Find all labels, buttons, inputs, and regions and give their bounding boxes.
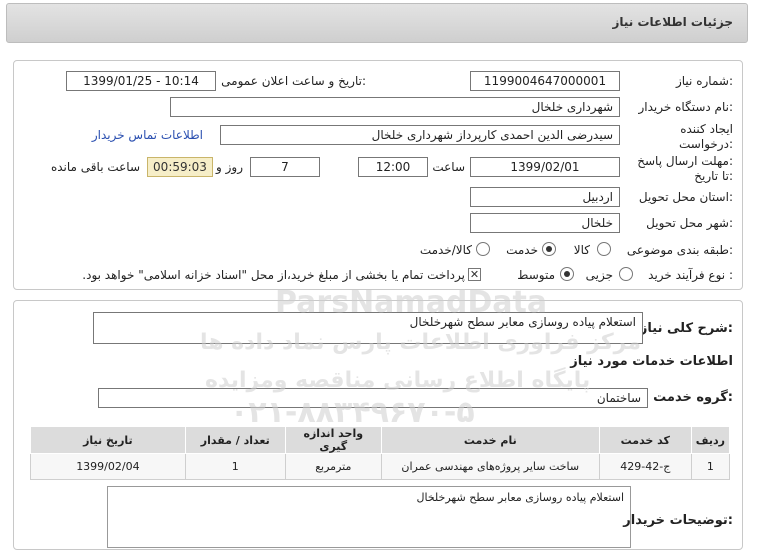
category-service-label: خدمت [506,243,538,257]
watermark-line-2: مرکز فراوری اطلاعات پارس نماد داده ها [200,330,641,355]
cell-row-number: 1 [690,453,731,480]
watermark-line-3: پایگاه اطلاع رسانی مناقصه ومزایده [205,368,591,393]
category-goods-service-label: کالا/خدمت [419,243,472,257]
buyer-notes-label: توضیحات خریدار: [623,513,733,528]
cell-service-code: ج-42-429 [598,453,692,480]
cell-need-date: 1399/02/04 [30,453,186,480]
col-service-code: کد خدمت [598,426,692,454]
days-label: روز و [216,160,243,174]
buyer-org-field: شهرداری خلخال [170,97,620,117]
process-medium-label: متوسط [517,268,555,282]
treasury-payment-note: پرداخت تمام یا بخشی از مبلغ خرید،از محل … [82,268,465,282]
deadline-time-label: ساعت [432,160,465,174]
page-title: جزئیات اطلاعات نیاز [612,15,733,29]
remaining-time-counter: 00:59:03 [147,157,213,177]
creator-label-line1: ایجاد کننده [680,122,733,136]
process-minor-label: جزیی [585,268,613,282]
process-medium-radio[interactable] [560,267,574,281]
category-goods-service-radio[interactable] [476,242,490,256]
watermark-phone: ۰۲۱-۸۸۳۴۹۶۷۰-۵ [230,395,475,430]
watermark-brand: ParsNamadData [275,285,548,320]
cell-quantity: 1 [184,453,286,480]
need-number-label: شماره نیاز: [675,74,733,88]
deadline-time-field: 12:00 [358,157,428,177]
province-label: استان محل تحویل: [638,190,733,204]
category-goods-radio[interactable] [597,242,611,256]
remaining-time-label: ساعت باقی مانده [50,160,140,174]
col-need-date: تاریخ نیاز [30,426,186,454]
city-field: خلخال [470,213,620,233]
buyer-contact-link[interactable]: اطلاعات تماس خریدار [92,128,203,142]
cell-unit: مترمربع [284,453,382,480]
general-desc-label: شرح کلی نیاز: [639,321,733,336]
col-row-number: ردیف [690,426,731,454]
deadline-label-line2: تا تاریخ: [694,169,733,183]
deadline-date-field: 1399/02/01 [470,157,620,177]
creator-field: سیدرضی الدین احمدی کارپرداز شهرداری خلخا… [220,125,620,145]
category-goods-label: کالا [573,243,590,257]
need-number-field: 1199004647000001 [470,71,620,91]
category-service-radio[interactable] [542,242,556,256]
process-label: نوع فرآیند خرید : [648,268,733,282]
service-group-label: گروه خدمت: [653,390,733,405]
page-header: جزئیات اطلاعات نیاز [6,3,748,43]
deadline-label-line1: مهلت ارسال پاسخ: [637,154,733,168]
province-field: اردبیل [470,187,620,207]
col-quantity: تعداد / مقدار [184,426,286,454]
buyer-notes-field: استعلام پیاده روسازی معابر سطح شهرخلخال [107,486,631,548]
category-label: طبقه بندی موضوعی: [626,243,733,257]
col-unit: واحد اندازه گیری [284,426,382,454]
services-table: ردیف کد خدمت نام خدمت واحد اندازه گیری ت… [30,426,731,480]
services-info-title: اطلاعات خدمات مورد نیاز [570,354,733,369]
city-label: شهر محل تحویل: [646,216,733,230]
table-header-row: ردیف کد خدمت نام خدمت واحد اندازه گیری ت… [30,426,731,454]
remaining-days-field: 7 [250,157,320,177]
announce-field: 1399/01/25 - 10:14 [66,71,216,91]
table-row: 1 ج-42-429 ساخت سایر پروژه‌های مهندسی عم… [30,453,731,480]
col-service-name: نام خدمت [380,426,600,454]
treasury-payment-checkbox[interactable]: ✕ [468,268,481,281]
process-minor-radio[interactable] [619,267,633,281]
buyer-org-label: نام دستگاه خریدار: [638,100,734,114]
creator-label-line2: درخواست: [679,137,733,151]
announce-label: تاریخ و ساعت اعلان عمومی: [221,74,366,88]
cell-service-name: ساخت سایر پروژه‌های مهندسی عمران [380,453,600,480]
